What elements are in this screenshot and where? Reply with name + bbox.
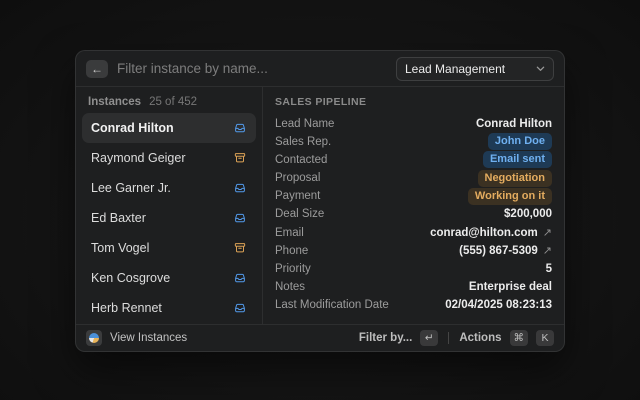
detail-label: Payment <box>275 190 320 202</box>
command-palette-window: ← Lead Management Instances 25 of 452 Co… <box>75 50 565 352</box>
detail-value: (555) 867-5309 ↗ <box>459 244 552 257</box>
color-wheel-icon <box>89 333 99 343</box>
instances-list-pane: Instances 25 of 452 Conrad Hilton Raymon… <box>76 87 263 324</box>
current-command-label: View Instances <box>110 332 187 344</box>
detail-label: Email <box>275 227 304 239</box>
instance-row[interactable]: Ken Cosgrove <box>82 263 256 293</box>
detail-value: Email sent <box>483 151 552 168</box>
detail-label: Lead Name <box>275 118 334 130</box>
instance-row[interactable]: Lee Garner Jr. <box>82 173 256 203</box>
enter-key-icon: ↵ <box>420 330 438 346</box>
detail-row: Contacted Email sent <box>275 151 552 168</box>
detail-row: Email conrad@hilton.com ↗ <box>275 224 552 241</box>
text-value: $200,000 <box>504 208 552 220</box>
instance-row[interactable]: Raymond Geiger <box>82 143 256 173</box>
detail-value: Negotiation <box>478 170 553 187</box>
inbox-tray-icon <box>233 211 247 225</box>
inbox-tray-icon <box>233 121 247 135</box>
text-value: 02/04/2025 08:23:13 <box>445 299 552 311</box>
status-badge: Working on it <box>468 188 552 205</box>
status-badge: Negotiation <box>478 170 553 187</box>
instance-name: Raymond Geiger <box>91 151 186 165</box>
status-badge: Email sent <box>483 151 552 168</box>
instance-row[interactable]: Conrad Hilton <box>82 113 256 143</box>
actions-menu-button[interactable]: Actions <box>459 332 501 344</box>
external-link-arrow-icon: ↗ <box>543 226 552 239</box>
k-key-icon: K <box>536 330 554 346</box>
detail-label: Priority <box>275 263 311 275</box>
list-count: 25 of 452 <box>149 96 197 108</box>
status-badge: John Doe <box>488 133 552 150</box>
detail-pane: SALES PIPELINE Lead Name Conrad Hilton S… <box>263 87 564 324</box>
instance-name: Herb Rennet <box>91 301 162 315</box>
link-value[interactable]: conrad@hilton.com <box>430 227 538 239</box>
cmd-key-icon: ⌘ <box>510 330 529 346</box>
detail-row: Last Modification Date 02/04/2025 08:23:… <box>275 297 552 314</box>
detail-label: Notes <box>275 281 305 293</box>
instance-row[interactable]: Herb Rennet <box>82 293 256 323</box>
back-button[interactable]: ← <box>86 60 108 78</box>
detail-label: Deal Size <box>275 208 324 220</box>
detail-label: Last Modification Date <box>275 299 389 311</box>
action-bar: View Instances Filter by... ↵ Actions ⌘ … <box>76 324 564 351</box>
detail-row: Sales Rep. John Doe <box>275 133 552 150</box>
detail-value: John Doe <box>488 133 552 150</box>
back-arrow-icon: ← <box>91 62 103 76</box>
detail-row: Payment Working on it <box>275 188 552 205</box>
external-link-arrow-icon: ↗ <box>543 244 552 257</box>
detail-row: Proposal Negotiation <box>275 170 552 187</box>
detail-row: Lead Name Conrad Hilton <box>275 115 552 132</box>
content-area: Instances 25 of 452 Conrad Hilton Raymon… <box>76 87 564 324</box>
list-section-header: Instances 25 of 452 <box>76 93 262 113</box>
link-value[interactable]: (555) 867-5309 <box>459 245 538 257</box>
dropdown-selected-value: Lead Management <box>405 62 505 76</box>
detail-row: Priority 5 <box>275 261 552 278</box>
extension-app-icon <box>86 330 102 346</box>
filter-by-action[interactable]: Filter by... <box>359 332 412 344</box>
detail-value: Working on it <box>468 188 552 205</box>
detail-value: 5 <box>546 263 552 275</box>
archive-box-icon <box>233 151 247 165</box>
instance-name: Conrad Hilton <box>91 121 174 135</box>
instance-row[interactable]: Tom Vogel <box>82 233 256 263</box>
detail-value: 02/04/2025 08:23:13 <box>445 299 552 311</box>
inbox-tray-icon <box>233 301 247 315</box>
text-value: 5 <box>546 263 552 275</box>
chevron-down-icon <box>536 64 545 73</box>
detail-label: Phone <box>275 245 308 257</box>
detail-section-title: SALES PIPELINE <box>275 96 552 108</box>
text-value: Conrad Hilton <box>476 118 552 130</box>
instance-name: Ken Cosgrove <box>91 271 170 285</box>
detail-value: Conrad Hilton <box>476 118 552 130</box>
detail-label: Sales Rep. <box>275 136 331 148</box>
detail-label: Contacted <box>275 154 327 166</box>
archive-box-icon <box>233 241 247 255</box>
list-title: Instances <box>88 96 141 108</box>
search-input[interactable] <box>117 61 387 76</box>
instance-name: Ed Baxter <box>91 211 146 225</box>
instances-list: Conrad Hilton Raymond Geiger Lee Garner … <box>76 113 262 323</box>
detail-label: Proposal <box>275 172 320 184</box>
text-value: Enterprise deal <box>469 281 552 293</box>
instance-name: Tom Vogel <box>91 241 149 255</box>
detail-value: conrad@hilton.com ↗ <box>430 226 552 239</box>
inbox-tray-icon <box>233 181 247 195</box>
detail-row: Notes Enterprise deal <box>275 279 552 296</box>
top-bar: ← Lead Management <box>76 51 564 87</box>
detail-value: $200,000 <box>504 208 552 220</box>
inbox-tray-icon <box>233 271 247 285</box>
footer-divider <box>448 332 449 344</box>
extension-dropdown[interactable]: Lead Management <box>396 57 554 81</box>
instance-name: Lee Garner Jr. <box>91 181 171 195</box>
detail-value: Enterprise deal <box>469 281 552 293</box>
detail-row: Deal Size $200,000 <box>275 206 552 223</box>
detail-rows: Lead Name Conrad Hilton Sales Rep. John … <box>275 115 552 318</box>
instance-row[interactable]: Ed Baxter <box>82 203 256 233</box>
detail-row: Phone (555) 867-5309 ↗ <box>275 242 552 259</box>
